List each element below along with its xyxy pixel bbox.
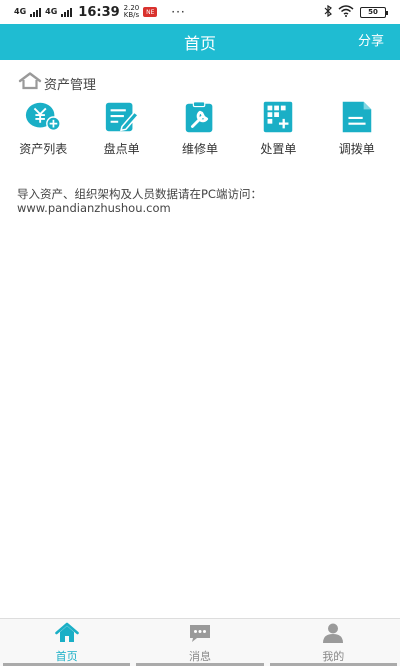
more-notifications-icon: ··· xyxy=(171,5,186,19)
transfer-order-label: 调拨单 xyxy=(338,142,375,156)
page-title: 首页 xyxy=(183,34,216,53)
wrench-clipboard-icon xyxy=(181,100,219,134)
network-speed: 2.20 KB/s xyxy=(124,5,140,19)
person-icon xyxy=(321,622,345,647)
tab-mine-label: 我的 xyxy=(322,650,345,663)
transfer-order-button[interactable]: 调拨单 xyxy=(318,100,396,157)
tab-home-label: 首页 xyxy=(55,650,78,663)
website-url: www.pandianzhushou.com xyxy=(17,201,171,215)
tab-messages[interactable]: 消息 xyxy=(133,619,266,666)
tab-messages-label: 消息 xyxy=(188,650,211,663)
bottom-tab-bar: 首页 消息 我的 xyxy=(0,618,400,666)
speed-unit: KB/s xyxy=(123,11,140,19)
notice-line-1: 导入资产、组织架构及人员数据请在PC端访问： xyxy=(17,187,262,201)
function-grid: 资产列表 盘点单 维修单 处置单 调拨单 xyxy=(0,94,400,157)
inventory-order-label: 盘点单 xyxy=(103,142,140,156)
pc-import-notice: 导入资产、组织架构及人员数据请在PC端访问： www.pandianzhusho… xyxy=(0,157,400,215)
battery-icon: 50 xyxy=(360,6,388,18)
repair-order-label: 维修单 xyxy=(181,142,218,156)
document-icon xyxy=(338,100,376,134)
section-title: 资产管理 xyxy=(44,77,97,93)
notification-app-icon: NE xyxy=(143,7,158,17)
battery-level: 50 xyxy=(368,8,378,16)
signal-icon-2 xyxy=(61,7,73,17)
notepad-pen-icon xyxy=(103,100,141,134)
inventory-order-button[interactable]: 盘点单 xyxy=(82,100,160,157)
asset-list-label: 资产列表 xyxy=(19,142,68,156)
asset-list-button[interactable]: 资产列表 xyxy=(4,100,82,157)
section-header: 资产管理 xyxy=(0,60,400,94)
signal-icon xyxy=(30,7,42,17)
tab-mine[interactable]: 我的 xyxy=(267,619,400,666)
chat-bubble-icon xyxy=(188,622,212,647)
grid-plus-icon xyxy=(259,100,297,134)
home-icon xyxy=(54,622,79,647)
share-button[interactable]: 分享 xyxy=(358,24,384,60)
yen-add-icon xyxy=(24,100,62,134)
disposal-order-button[interactable]: 处置单 xyxy=(239,100,317,157)
network-type-2: 4G xyxy=(45,7,58,16)
repair-order-button[interactable]: 维修单 xyxy=(161,100,239,157)
home-outline-icon xyxy=(18,72,42,94)
tab-home[interactable]: 首页 xyxy=(0,619,133,666)
wifi-icon xyxy=(338,4,354,20)
app-header: 首页 分享 xyxy=(0,24,400,60)
disposal-order-label: 处置单 xyxy=(260,142,297,156)
network-type-1: 4G xyxy=(14,7,27,16)
bluetooth-icon xyxy=(324,4,332,20)
status-bar: 4G 4G 16:39 2.20 KB/s NE ··· 50 xyxy=(0,0,400,24)
clock: 16:39 xyxy=(78,4,120,20)
